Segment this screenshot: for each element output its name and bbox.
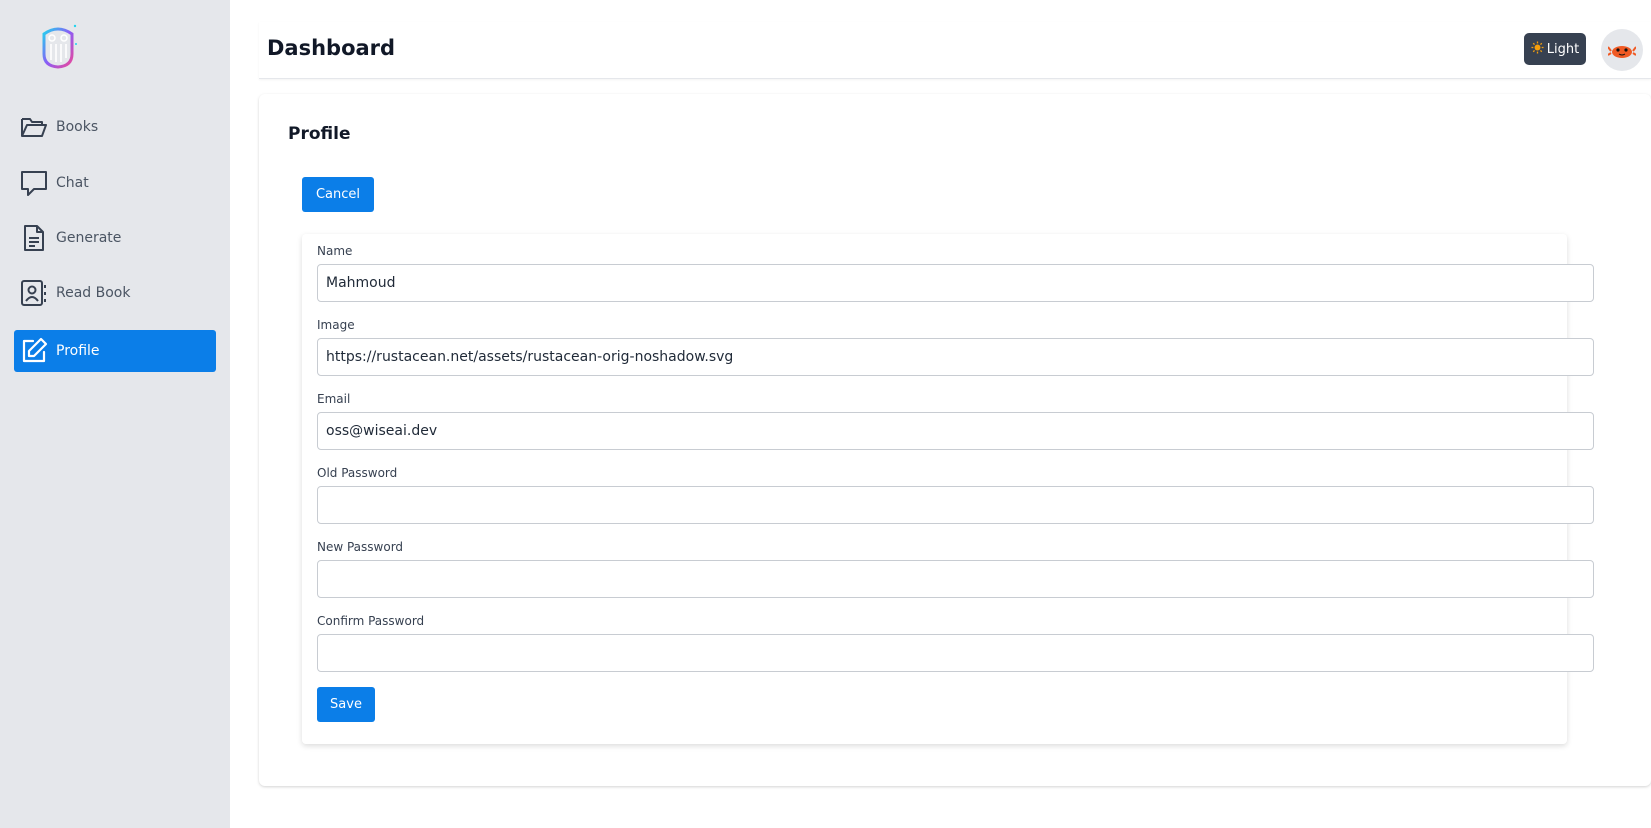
chat-bubble-icon xyxy=(19,168,49,198)
sidebar-item-label: Read Book xyxy=(56,285,131,301)
name-label: Name xyxy=(317,244,353,258)
profile-card: Profile Cancel Name Mahmoud Image https:… xyxy=(259,94,1651,786)
sidebar: Books Chat Generate Read Book Profile xyxy=(0,0,230,828)
sidebar-item-read-book[interactable]: Read Book xyxy=(14,272,216,314)
sidebar-item-generate[interactable]: Generate xyxy=(14,217,216,259)
name-field[interactable]: Mahmoud xyxy=(317,264,1594,302)
page-title: Dashboard xyxy=(267,36,396,60)
new-password-field[interactable] xyxy=(317,560,1594,598)
theme-toggle-button[interactable]: Light xyxy=(1524,33,1586,65)
email-label: Email xyxy=(317,392,351,406)
save-button[interactable]: Save xyxy=(317,687,375,722)
old-password-label: Old Password xyxy=(317,466,398,480)
crab-icon xyxy=(1608,46,1636,58)
theme-toggle-label: Light xyxy=(1546,41,1580,57)
image-label: Image xyxy=(317,318,355,332)
sidebar-item-profile[interactable]: Profile xyxy=(14,330,216,372)
contact-book-icon xyxy=(19,278,49,308)
avatar[interactable] xyxy=(1601,29,1643,71)
profile-form: Name Mahmoud Image https://rustacean.net… xyxy=(302,234,1594,744)
section-title: Profile xyxy=(288,124,351,144)
confirm-password-label: Confirm Password xyxy=(317,614,425,628)
sun-icon xyxy=(1531,40,1544,58)
folder-open-icon xyxy=(19,112,49,142)
email-field[interactable]: oss@wiseai.dev xyxy=(317,412,1594,450)
sidebar-item-label: Generate xyxy=(56,230,122,246)
app-logo-icon[interactable] xyxy=(38,20,78,72)
top-header: Dashboard Light xyxy=(259,22,1651,79)
sidebar-item-books[interactable]: Books xyxy=(14,106,216,148)
cancel-button[interactable]: Cancel xyxy=(302,177,374,212)
sidebar-item-label: Books xyxy=(56,119,99,135)
document-icon xyxy=(19,223,49,253)
edit-icon xyxy=(19,336,49,366)
sidebar-item-chat[interactable]: Chat xyxy=(14,162,216,204)
old-password-field[interactable] xyxy=(317,486,1594,524)
confirm-password-field[interactable] xyxy=(317,634,1594,672)
image-url-field[interactable]: https://rustacean.net/assets/rustacean-o… xyxy=(317,338,1594,376)
new-password-label: New Password xyxy=(317,540,404,554)
sidebar-item-label: Chat xyxy=(56,175,89,191)
sidebar-item-label: Profile xyxy=(56,343,100,359)
